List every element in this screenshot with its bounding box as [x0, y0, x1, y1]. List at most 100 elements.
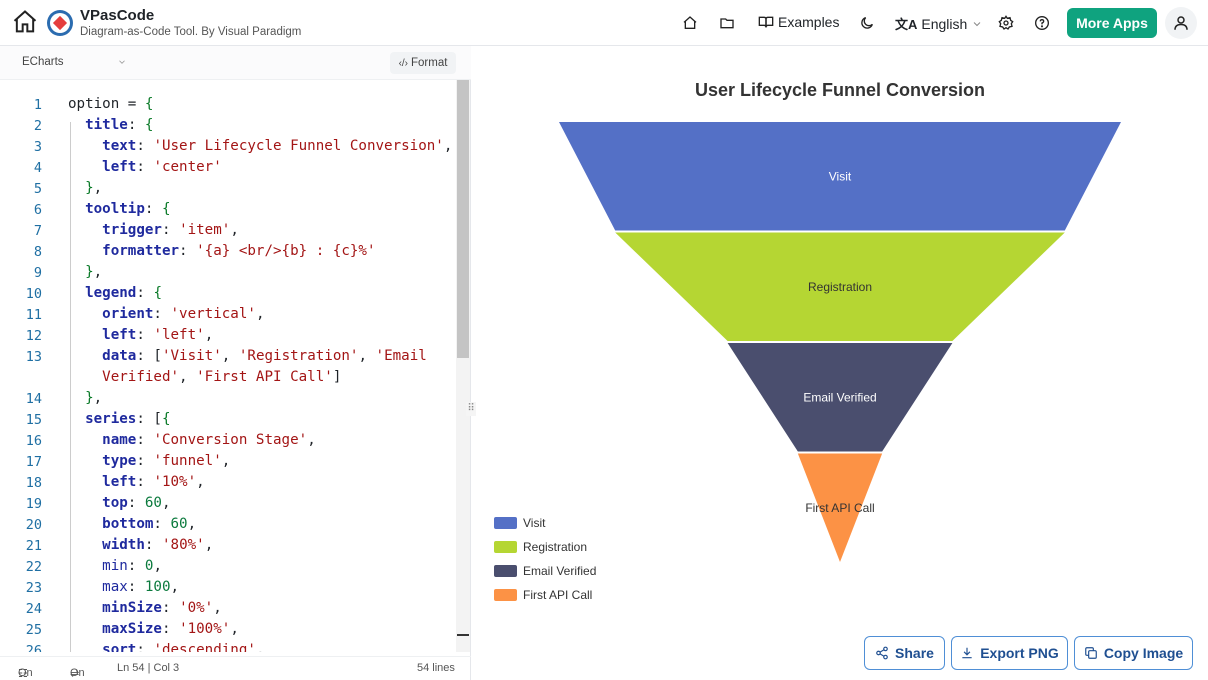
- language-select[interactable]: 文A English: [895, 14, 983, 33]
- share-label: Share: [895, 645, 934, 661]
- code-token: {: [144, 117, 154, 133]
- line-number: 16: [25, 433, 42, 449]
- code-token: :: [136, 642, 154, 652]
- line-number: 24: [25, 601, 42, 617]
- copy-image-button[interactable]: Copy Image: [1074, 636, 1193, 670]
- folder-icon[interactable]: [716, 12, 738, 34]
- code-token: :: [144, 201, 162, 217]
- more-apps-button[interactable]: More Apps: [1067, 8, 1157, 38]
- scroll-thumb[interactable]: [457, 80, 469, 358]
- app-subtitle: Diagram-as-Code Tool. By Visual Paradigm: [80, 26, 302, 38]
- code-token: 'User Lifecycle Funnel Conversion': [153, 138, 444, 154]
- minimap-status: On: [70, 667, 85, 679]
- code-line: sort: 'descending',: [68, 642, 264, 652]
- translate-icon: 文A: [895, 17, 918, 32]
- examples-link[interactable]: Examples: [758, 14, 839, 30]
- line-count: 54 lines: [417, 662, 455, 674]
- code-token: 'Registration': [238, 348, 359, 364]
- home-icon[interactable]: [10, 7, 40, 37]
- share-button[interactable]: Share: [864, 636, 945, 670]
- export-png-button[interactable]: Export PNG: [951, 636, 1068, 670]
- top-bar: VPasCode Diagram-as-Code Tool. By Visual…: [0, 0, 1208, 46]
- code-token: left: [102, 159, 137, 175]
- help-icon[interactable]: [1031, 12, 1053, 34]
- code-token: 'left': [153, 327, 205, 343]
- code-line: trigger: 'item',: [68, 222, 239, 238]
- code-token: maxSize: [102, 621, 162, 637]
- legend-swatch: [494, 565, 517, 577]
- code-token: 'funnel': [153, 453, 222, 469]
- code-token: text: [102, 138, 137, 154]
- code-token: ,: [221, 348, 239, 364]
- code-token: }: [85, 180, 94, 196]
- funnel-label: Registration: [808, 280, 872, 294]
- code-line: minSize: '0%',: [68, 600, 222, 616]
- code-token: :: [136, 432, 154, 448]
- line-number: 20: [25, 517, 42, 533]
- code-token: 100: [144, 579, 171, 595]
- code-line: type: 'funnel',: [68, 453, 230, 469]
- code-token: 'Conversion Stage': [153, 432, 308, 448]
- code-token: width: [102, 537, 145, 553]
- code-token: ,: [204, 327, 214, 343]
- line-number: 3: [33, 139, 42, 155]
- code-token: ,: [213, 600, 222, 616]
- line-number: 14: [25, 391, 42, 407]
- code-token: ,: [179, 369, 197, 385]
- code-token: :: [136, 159, 154, 175]
- code-token: ,: [230, 621, 239, 637]
- code-editor[interactable]: 1 option = {2 title: {3 text: 'User Lifec…: [0, 80, 456, 652]
- line-number: 7: [33, 223, 42, 239]
- home-nav-icon[interactable]: [679, 12, 701, 34]
- code-token: :: [136, 474, 154, 490]
- code-token: bottom: [102, 516, 154, 532]
- code-token: ,: [358, 348, 376, 364]
- code-token: {: [144, 96, 154, 112]
- legend-item[interactable]: Email Verified: [494, 564, 596, 578]
- legend-item[interactable]: First API Call: [494, 588, 592, 602]
- format-button[interactable]: ‹/› Format: [390, 52, 456, 74]
- language-dropdown[interactable]: ECharts: [22, 56, 64, 68]
- code-line: },: [68, 180, 102, 196]
- code-token: tooltip: [85, 201, 145, 217]
- code-token: trigger: [102, 222, 162, 238]
- code-token: left: [102, 327, 137, 343]
- user-icon[interactable]: [1165, 7, 1197, 39]
- code-token: orient: [102, 306, 154, 322]
- code-token: ,: [93, 390, 103, 406]
- code-token: :: [161, 600, 180, 616]
- line-number: 25: [25, 622, 42, 638]
- gear-icon[interactable]: [995, 12, 1017, 34]
- dark-mode-icon[interactable]: [856, 12, 878, 34]
- code-token: 60: [170, 516, 188, 532]
- editor-scrollbar[interactable]: [456, 80, 470, 652]
- code-line: top: 60,: [68, 495, 170, 511]
- line-number: 23: [25, 580, 42, 596]
- legend-item[interactable]: Visit: [494, 516, 545, 530]
- code-token: :: [161, 222, 180, 238]
- line-number: 9: [33, 265, 42, 281]
- line-number: 13: [25, 349, 42, 365]
- code-token: series: [85, 411, 137, 427]
- legend-item[interactable]: Registration: [494, 540, 587, 554]
- export-png-label: Export PNG: [980, 645, 1059, 661]
- chevron-down-icon[interactable]: [117, 57, 127, 67]
- line-number: 22: [25, 559, 42, 575]
- code-token: ,: [196, 474, 205, 490]
- code-token: :: [127, 495, 145, 511]
- code-token: :: [136, 453, 154, 469]
- legend-swatch: [494, 541, 517, 553]
